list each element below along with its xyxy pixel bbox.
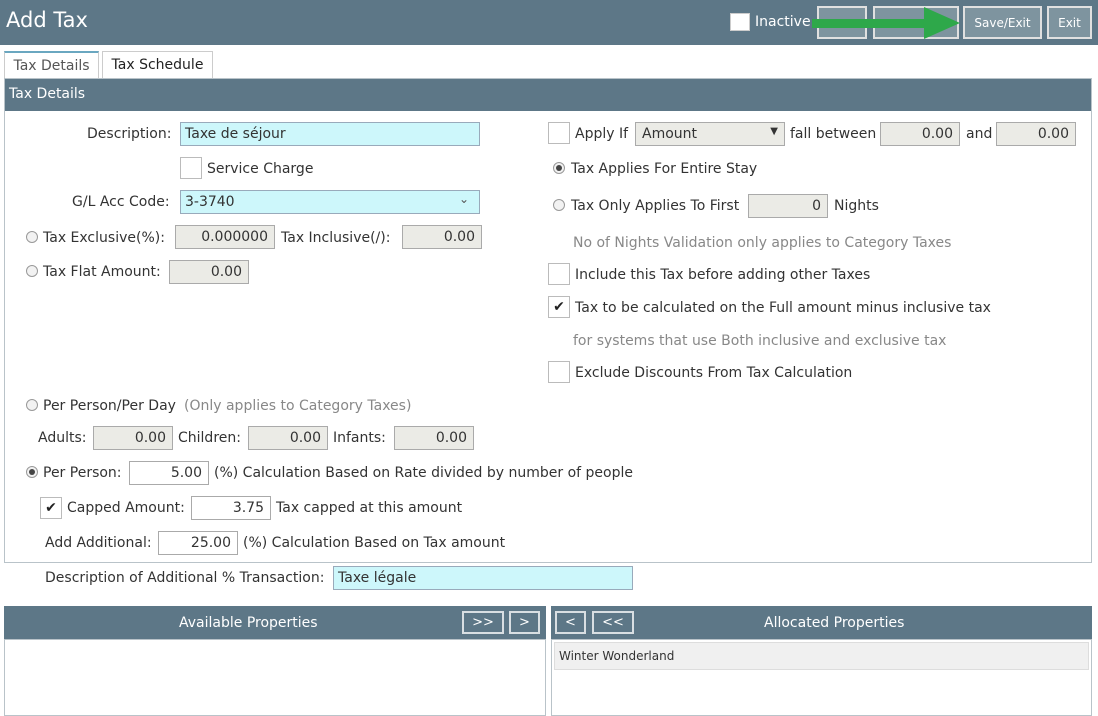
inactive-label: Inactive [755,14,811,30]
children-input[interactable]: 0.00 [248,426,328,450]
exit-button[interactable]: Exit [1047,6,1092,39]
gl-code-value: 3-3740 [185,194,235,210]
infants-label: Infants: [333,430,386,446]
remove-all-button[interactable]: << [592,611,634,634]
dropdown-arrow-icon: ▼ [770,126,778,137]
service-charge-checkbox[interactable] [180,157,202,179]
chevron-down-icon: ⌄ [458,192,469,206]
apply-if-select[interactable]: Amount ▼ [635,122,785,146]
allocated-properties-title: Allocated Properties [764,615,905,631]
arrow-pointer-icon [812,7,960,39]
full-amount-checkbox[interactable]: ✔ [548,296,570,318]
remove-button[interactable]: < [555,611,586,634]
nights-label: Nights [834,198,879,214]
allocated-properties-list[interactable]: Winter Wonderland [551,639,1092,716]
gl-code-select[interactable]: 3-3740 ⌄ [180,190,480,214]
inactive-checkbox[interactable] [730,13,750,31]
per-person-day-radio[interactable] [26,399,38,411]
add-additional-note: (%) Calculation Based on Tax amount [243,535,506,551]
available-properties-title: Available Properties [179,615,318,631]
capped-amount-label: Capped Amount: [67,500,185,516]
full-amount-label: Tax to be calculated on the Full amount … [575,300,991,316]
description-input[interactable]: Taxe de séjour [180,122,480,146]
full-amount-note: for systems that use Both inclusive and … [573,333,947,349]
exclude-discounts-checkbox[interactable] [548,361,570,383]
additional-desc-input[interactable]: Taxe légale [333,566,633,590]
capped-amount-checkbox[interactable]: ✔ [40,497,62,519]
save-exit-button[interactable]: Save/Exit [963,6,1042,39]
description-label: Description: [87,126,172,142]
tax-exclusive-radio[interactable] [26,231,38,243]
check-icon: ✔ [45,500,57,516]
fall-between-label: fall between [790,126,877,142]
per-person-day-label: Per Person/Per Day [43,398,176,414]
available-properties-list[interactable] [4,639,546,716]
tab-tax-schedule[interactable]: Tax Schedule [102,51,213,78]
add-all-button[interactable]: >> [462,611,504,634]
check-icon: ✔ [553,299,565,315]
adults-label: Adults: [38,430,87,446]
first-nights-input[interactable]: 0 [748,194,828,218]
service-charge-label: Service Charge [207,161,314,177]
radio-selected-dot [29,469,35,475]
nights-note: No of Nights Validation only applies to … [573,235,952,251]
per-person-note: (%) Calculation Based on Rate divided by… [214,465,633,481]
tab-tax-details[interactable]: Tax Details [4,51,99,78]
adults-input[interactable]: 0.00 [93,426,173,450]
apply-if-checkbox[interactable] [548,122,570,144]
and-label: and [966,126,993,142]
tax-inclusive-input[interactable]: 0.00 [402,225,482,249]
capped-amount-note: Tax capped at this amount [276,500,463,516]
radio-selected-dot [556,165,562,171]
per-person-radio[interactable] [26,466,38,478]
tax-exclusive-label: Tax Exclusive(%): [43,230,165,246]
capped-amount-input[interactable]: 3.75 [191,496,271,520]
add-additional-input[interactable]: 25.00 [158,531,238,555]
include-before-label: Include this Tax before adding other Tax… [575,267,871,283]
between-from-input[interactable]: 0.00 [880,122,960,146]
children-label: Children: [178,430,241,446]
include-before-checkbox[interactable] [548,263,570,285]
flat-amount-input[interactable]: 0.00 [169,260,249,284]
gl-code-label: G/L Acc Code: [72,194,170,210]
per-person-input[interactable]: 5.00 [129,461,209,485]
tax-inclusive-label: Tax Inclusive(/): [281,230,391,246]
exclude-discounts-label: Exclude Discounts From Tax Calculation [575,365,853,381]
add-additional-label: Add Additional: [45,535,152,551]
entire-stay-radio[interactable] [553,162,565,174]
apply-if-label: Apply If [575,126,629,142]
apply-if-select-value: Amount [642,126,698,142]
tax-exclusive-input[interactable]: 0.000000 [175,225,275,249]
per-person-label: Per Person: [43,465,122,481]
entire-stay-label: Tax Applies For Entire Stay [571,161,758,177]
first-nights-label: Tax Only Applies To First [571,198,740,214]
per-person-day-note: (Only applies to Category Taxes) [184,398,412,414]
flat-amount-radio[interactable] [26,265,38,277]
add-button[interactable]: > [509,611,540,634]
tax-details-panel [4,78,1092,563]
list-item[interactable]: Winter Wonderland [554,642,1089,670]
flat-amount-label: Tax Flat Amount: [43,264,161,280]
panel-title: Tax Details [5,79,1091,111]
additional-desc-label: Description of Additional % Transaction: [45,570,325,586]
first-nights-radio[interactable] [553,199,565,211]
page-title: Add Tax [6,8,88,32]
infants-input[interactable]: 0.00 [394,426,474,450]
between-to-input[interactable]: 0.00 [996,122,1076,146]
